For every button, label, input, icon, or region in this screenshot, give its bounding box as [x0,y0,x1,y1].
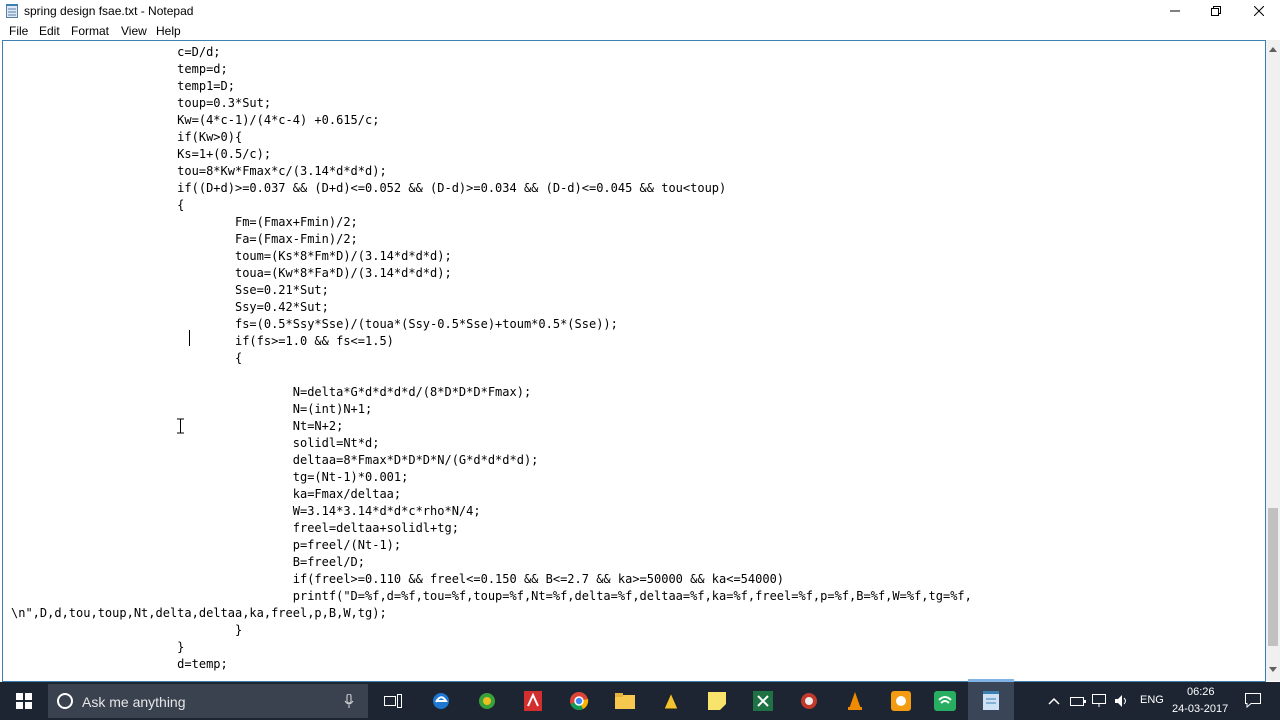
menu-file[interactable]: File [9,24,28,38]
orange-app-icon [891,691,911,711]
acrobat-icon [524,691,542,711]
close-button[interactable] [1236,0,1280,22]
sticky-notes-icon [708,692,726,710]
excel-taskbar-button[interactable] [740,682,786,720]
windows-logo-icon [16,693,32,709]
restore-button[interactable] [1193,0,1239,22]
vlc-icon [848,692,862,710]
app-taskbar-button[interactable] [648,682,694,720]
chevron-up-icon[interactable] [1048,697,1060,705]
minimize-button[interactable] [1152,0,1198,22]
yellow-app-icon [663,691,679,710]
volume-icon[interactable] [1114,694,1130,708]
language-indicator[interactable]: ENG [1140,694,1164,706]
active-app-indicator [968,679,1014,682]
folder-icon [615,693,635,709]
network-icon[interactable] [1092,694,1108,708]
battery-icon[interactable] [1070,694,1086,708]
excel-icon [753,691,773,711]
taskbar: Ask me anything ENG 06:26 24-03-2017 [0,682,1280,720]
restore-icon [1211,6,1221,16]
title-bar: spring design fsae.txt - Notepad [0,0,1280,22]
file-explorer-taskbar-button[interactable] [602,682,648,720]
editor-text[interactable]: c=D/d; temp=d; temp1=D; toup=0.3*Sut; Kw… [11,44,972,673]
vertical-scrollbar[interactable] [1266,40,1280,681]
sticky-notes-taskbar-button[interactable] [694,682,740,720]
scrollbar-thumb[interactable] [1268,508,1278,646]
clock-time[interactable]: 06:26 [1187,686,1215,698]
green-browser-icon [479,693,495,709]
vlc-taskbar-button[interactable] [832,682,878,720]
ibeam-cursor-icon [177,418,184,434]
start-button[interactable] [0,682,48,720]
chrome-taskbar-button[interactable] [556,682,602,720]
menu-edit[interactable]: Edit [39,24,60,38]
search-placeholder: Ask me anything [82,694,186,710]
app2-taskbar-button[interactable] [786,682,832,720]
app3-taskbar-button[interactable] [878,682,924,720]
cortana-icon [57,693,73,709]
task-view-icon [384,694,402,708]
menu-format[interactable]: Format [71,24,109,38]
notepad-taskbar-button[interactable] [968,682,1014,720]
notifications-icon[interactable] [1245,693,1261,708]
text-caret [189,330,190,346]
browser-taskbar-button[interactable] [464,682,510,720]
search-box[interactable]: Ask me anything [48,684,368,718]
chrome-icon [570,692,589,710]
close-icon [1254,6,1264,16]
green-wifi-app-icon [934,691,956,711]
clock-date[interactable]: 24-03-2017 [1172,703,1228,715]
scroll-down-icon[interactable] [1269,667,1277,673]
scroll-up-icon[interactable] [1269,46,1277,52]
menu-bar: File Edit Format View Help [0,22,1280,40]
edge-taskbar-button[interactable] [418,682,464,720]
microphone-icon[interactable] [344,694,354,709]
notepad-icon [6,4,18,18]
text-editor[interactable]: c=D/d; temp=d; temp1=D; toup=0.3*Sut; Kw… [2,40,1266,683]
menu-view[interactable]: View [121,24,147,38]
notepad-icon [983,691,999,710]
edge-icon [433,693,449,709]
window-title: spring design fsae.txt - Notepad [24,4,194,18]
app4-taskbar-button[interactable] [922,682,968,720]
red-app-icon [801,693,817,709]
menu-help[interactable]: Help [156,24,181,38]
acrobat-taskbar-button[interactable] [510,682,556,720]
minimize-icon [1170,10,1180,12]
task-view-button[interactable] [370,682,416,720]
